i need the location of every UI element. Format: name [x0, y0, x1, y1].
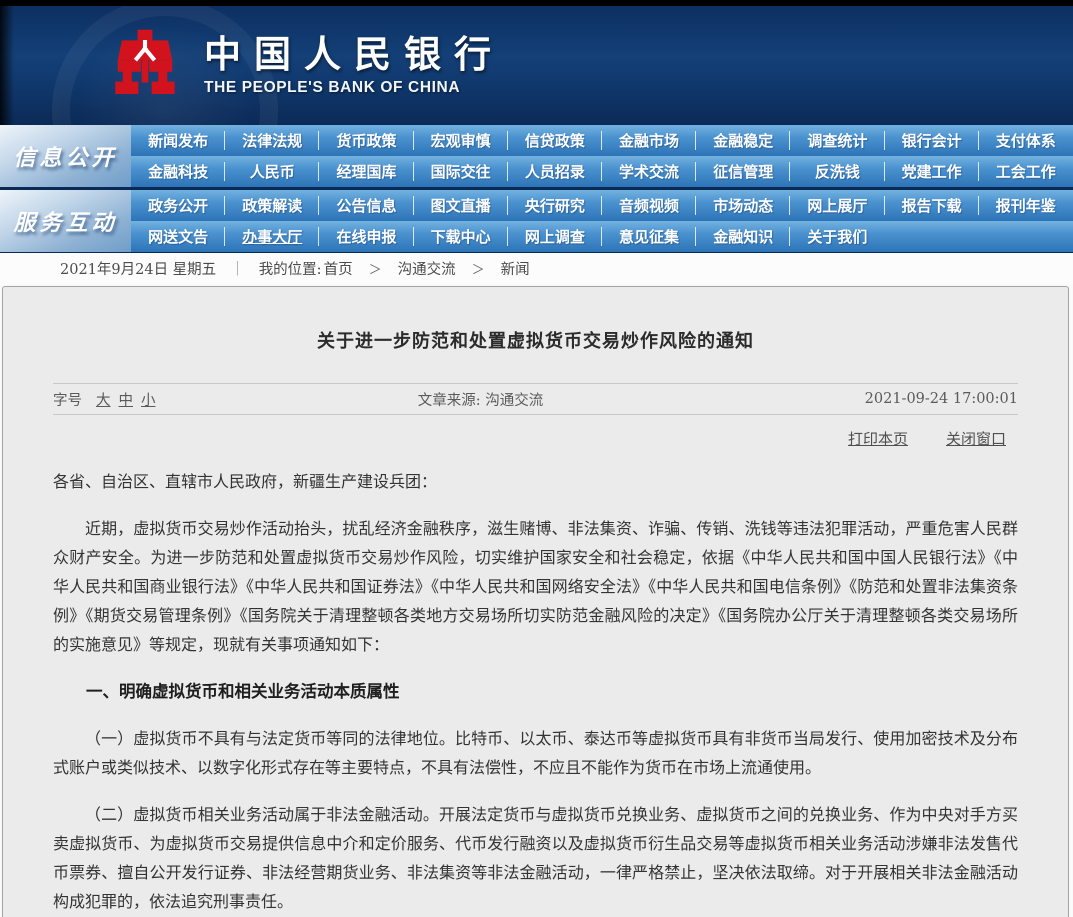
bank-name-cn: 中国人民银行	[204, 34, 504, 75]
article-paragraph: （二）虚拟货币相关业务活动属于非法金融活动。开展法定货币与虚拟货币兑换业务、虚拟…	[53, 800, 1018, 916]
nav-item[interactable]: 在线申报	[319, 221, 413, 252]
nav-rows: 新闻发布法律法规货币政策宏观审慎信贷政策金融市场金融稳定调查统计银行会计支付体系…	[131, 125, 1073, 187]
article-body: 各省、自治区、直辖市人民政府，新疆生产建设兵团： 近期，虚拟货币交易炒作活动抬头，…	[53, 467, 1018, 916]
nav-row: 新闻发布法律法规货币政策宏观审慎信贷政策金融市场金融稳定调查统计银行会计支付体系	[131, 125, 1073, 156]
pboc-logo-icon	[112, 26, 178, 106]
article-heading: 一、明确虚拟货币和相关业务活动本质属性	[53, 677, 1018, 706]
nav-item[interactable]: 网上调查	[508, 221, 602, 252]
breadcrumb-link-communication[interactable]: 沟通交流	[398, 258, 456, 279]
nav-item[interactable]: 宏观审慎	[414, 125, 508, 156]
nav-rows: 政务公开政策解读公告信息图文直播央行研究音频视频市场动态网上展厅报告下载报刊年鉴…	[131, 190, 1073, 252]
nav-item[interactable]: 法律法规	[225, 125, 319, 156]
nav-item[interactable]: 支付体系	[979, 125, 1073, 156]
nav-item[interactable]: 反洗钱	[790, 156, 884, 187]
nav-item[interactable]: 学术交流	[602, 156, 696, 187]
nav-row: 政务公开政策解读公告信息图文直播央行研究音频视频市场动态网上展厅报告下载报刊年鉴	[131, 190, 1073, 221]
nav-section-label: 信息公开	[0, 125, 131, 187]
bank-home-link[interactable]: 中国人民银行 THE PEOPLE'S BANK OF CHINA	[112, 26, 504, 106]
nav-item[interactable]: 经理国库	[319, 156, 413, 187]
nav-item[interactable]: 音频视频	[602, 190, 696, 221]
article-paragraph: （一）虚拟货币不具有与法定货币等同的法律地位。比特币、以太币、泰达币等虚拟货币具…	[53, 724, 1018, 782]
nav-item[interactable]: 网送文告	[131, 221, 225, 252]
nav-item[interactable]: 报告下载	[885, 190, 979, 221]
current-date: 2021年9月24日 星期五	[60, 258, 216, 279]
article-paragraph: 近期，虚拟货币交易炒作活动抬头，扰乱经济金融秩序，滋生赌博、非法集资、诈骗、传销…	[53, 514, 1018, 659]
article-panel: 关于进一步防范和处置虚拟货币交易炒作风险的通知 字号 大 中 小 文章来源: 沟…	[2, 286, 1069, 917]
nav-item[interactable]: 金融稳定	[696, 125, 790, 156]
nav-item[interactable]: 政务公开	[131, 190, 225, 221]
nav-item[interactable]: 关于我们	[790, 221, 884, 252]
nav-item[interactable]: 金融科技	[131, 156, 225, 187]
breadcrumb-arrow-icon: ＞	[369, 259, 382, 278]
breadcrumb-divider: ｜	[230, 258, 245, 279]
print-page-link[interactable]: 打印本页	[848, 428, 908, 449]
nav-item[interactable]: 央行研究	[508, 190, 602, 221]
bank-name-en: THE PEOPLE'S BANK OF CHINA	[204, 79, 504, 97]
article-actions: 打印本页 关闭窗口	[53, 415, 1018, 461]
page: 中国人民银行 THE PEOPLE'S BANK OF CHINA 信息公开 新…	[0, 0, 1073, 917]
nav-item[interactable]: 工会工作	[979, 156, 1073, 187]
article-paragraph: 各省、自治区、直辖市人民政府，新疆生产建设兵团：	[53, 467, 1018, 496]
nav-item[interactable]: 调查统计	[790, 125, 884, 156]
nav-item[interactable]: 金融市场	[602, 125, 696, 156]
location-label: 我的位置:	[259, 258, 322, 279]
nav-item[interactable]: 图文直播	[414, 190, 508, 221]
nav-row: 网送文告办事大厅在线申报下载中心网上调查意见征集金融知识关于我们	[131, 221, 1073, 252]
nav-item[interactable]: 市场动态	[696, 190, 790, 221]
nav-section-info-disclosure: 信息公开 新闻发布法律法规货币政策宏观审慎信贷政策金融市场金融稳定调查统计银行会…	[0, 125, 1073, 190]
masthead: 中国人民银行 THE PEOPLE'S BANK OF CHINA	[0, 6, 1073, 125]
nav-item[interactable]: 货币政策	[319, 125, 413, 156]
article-meta-row: 字号 大 中 小 文章来源: 沟通交流 2021-09-24 17:00:01	[53, 383, 1018, 415]
main-navigation: 信息公开 新闻发布法律法规货币政策宏观审慎信贷政策金融市场金融稳定调查统计银行会…	[0, 125, 1073, 253]
nav-item[interactable]: 办事大厅	[225, 221, 319, 252]
nav-row: 金融科技人民币经理国库国际交往人员招录学术交流征信管理反洗钱党建工作工会工作	[131, 156, 1073, 187]
breadcrumb-home-link[interactable]: 首页	[324, 258, 353, 279]
close-window-link[interactable]: 关闭窗口	[946, 428, 1006, 449]
nav-item[interactable]: 信贷政策	[508, 125, 602, 156]
article-source: 文章来源: 沟通交流	[53, 389, 908, 410]
breadcrumb-arrow-icon: ＞	[472, 259, 485, 278]
breadcrumb: 2021年9月24日 星期五 ｜ 我的位置: 首页 ＞ 沟通交流 ＞ 新闻	[0, 253, 1073, 284]
breadcrumb-link-news[interactable]: 新闻	[501, 258, 530, 279]
nav-item[interactable]: 政策解读	[225, 190, 319, 221]
nav-item[interactable]: 国际交往	[414, 156, 508, 187]
nav-section-service-interaction: 服务互动 政务公开政策解读公告信息图文直播央行研究音频视频市场动态网上展厅报告下…	[0, 190, 1073, 252]
nav-item[interactable]: 人民币	[225, 156, 319, 187]
nav-item[interactable]: 网上展厅	[790, 190, 884, 221]
nav-item[interactable]: 党建工作	[885, 156, 979, 187]
nav-item[interactable]: 下载中心	[414, 221, 508, 252]
nav-item[interactable]: 意见征集	[602, 221, 696, 252]
nav-item[interactable]: 金融知识	[696, 221, 790, 252]
nav-section-label: 服务互动	[0, 190, 131, 252]
article-title: 关于进一步防范和处置虚拟货币交易炒作风险的通知	[3, 287, 1068, 353]
nav-item[interactable]: 公告信息	[319, 190, 413, 221]
nav-item[interactable]: 新闻发布	[131, 125, 225, 156]
nav-item[interactable]: 报刊年鉴	[979, 190, 1073, 221]
nav-item[interactable]: 银行会计	[885, 125, 979, 156]
nav-item[interactable]: 人员招录	[508, 156, 602, 187]
nav-item[interactable]: 征信管理	[696, 156, 790, 187]
